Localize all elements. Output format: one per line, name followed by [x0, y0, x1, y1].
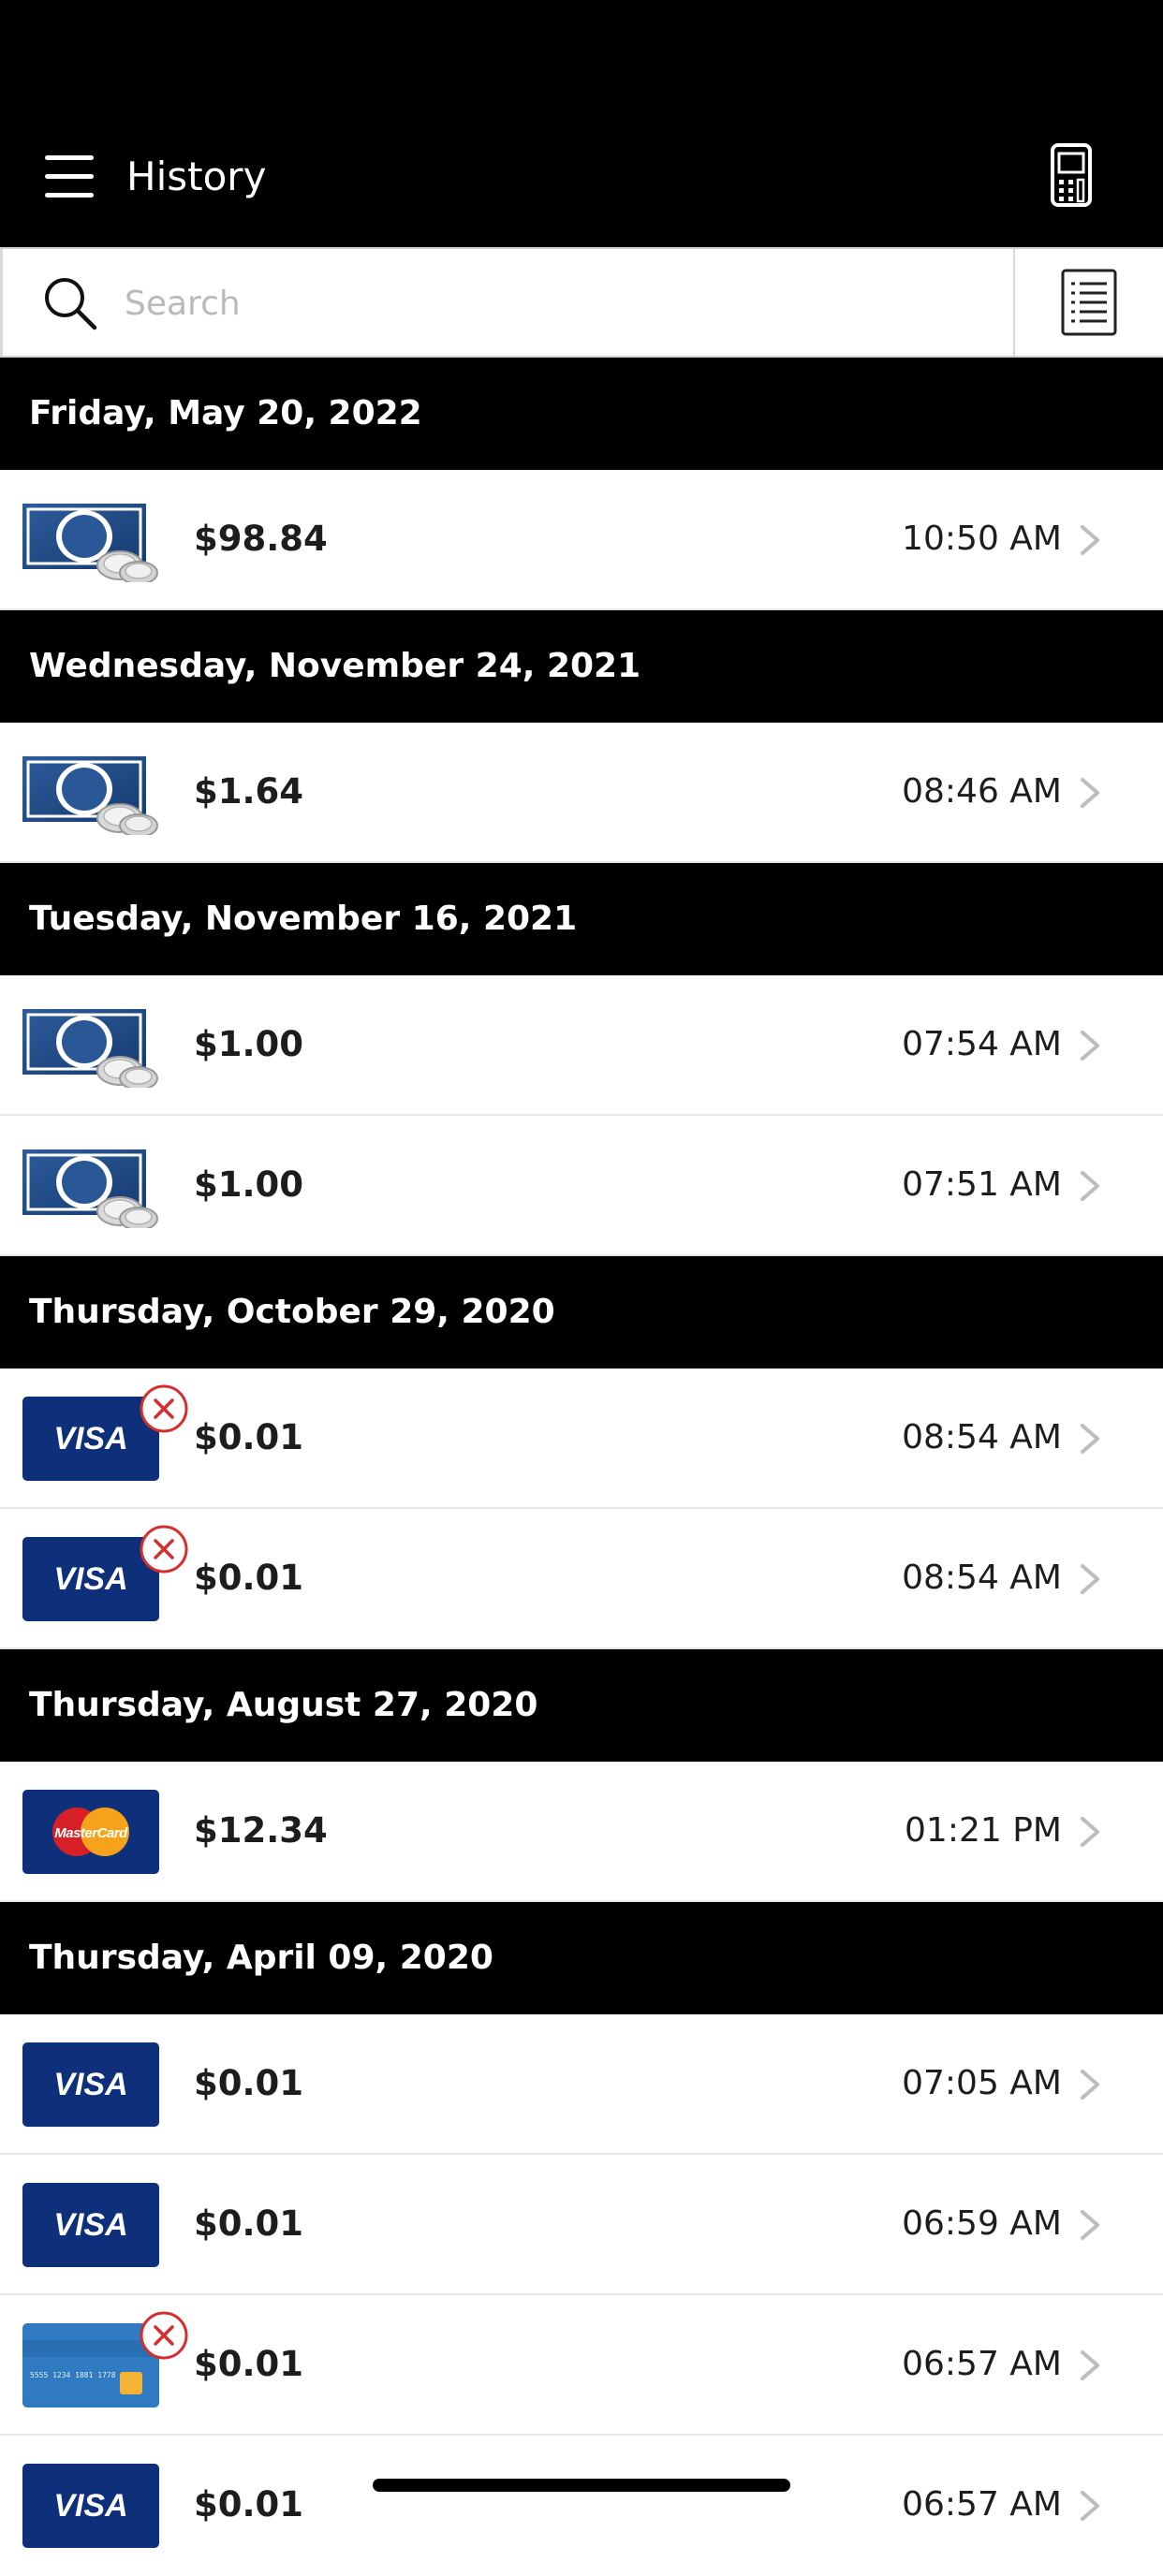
transaction-time: 10:50 AM [902, 520, 1062, 558]
chevron-right-icon [1081, 1564, 1099, 1594]
svg-text:VISA: VISA [53, 1561, 127, 1597]
transaction-time: 08:46 AM [902, 772, 1062, 811]
transaction-amount: $0.01 [194, 2344, 304, 2384]
chevron-right-icon [1081, 2070, 1099, 2100]
date-header: Tuesday, November 16, 2021 [0, 863, 1163, 975]
chevron-right-icon [1081, 525, 1099, 555]
date-header: Thursday, October 29, 2020 [0, 1256, 1163, 1368]
transaction-time: 07:51 AM [902, 1165, 1062, 1204]
transaction-time: 07:54 AM [902, 1025, 1062, 1063]
search-icon [45, 278, 97, 330]
date-header: Thursday, April 09, 2020 [0, 1902, 1163, 2014]
transaction-amount: $1.00 [194, 1024, 304, 1064]
visa-card-icon: VISA [22, 2042, 159, 2127]
svg-text:VISA: VISA [53, 2488, 127, 2524]
transaction-amount: $0.01 [194, 2484, 304, 2525]
menu-button[interactable] [45, 155, 96, 198]
chevron-right-icon [1081, 1817, 1099, 1847]
transaction-time: 08:54 AM [902, 1418, 1062, 1456]
transaction-row[interactable]: VISA $0.01 08:54 AM [0, 1368, 1163, 1509]
chevron-right-icon [1081, 1031, 1099, 1061]
transaction-amount: $12.34 [194, 1810, 328, 1851]
list-icon [1061, 269, 1117, 336]
chevron-right-icon [1081, 778, 1099, 808]
cash-payment-icon [22, 1149, 158, 1228]
date-header: Wednesday, November 24, 2021 [0, 610, 1163, 723]
top-bar: History [0, 0, 1163, 247]
svg-text:VISA: VISA [53, 1421, 127, 1456]
transaction-row[interactable]: VISA $0.01 06:57 AM [0, 2436, 1163, 2576]
error-icon [140, 2311, 188, 2360]
transaction-row[interactable]: MasterCard $12.34 01:21 PM [0, 1762, 1163, 1902]
search-input[interactable] [123, 275, 969, 331]
transaction-row[interactable]: VISA $0.01 07:05 AM [0, 2014, 1163, 2155]
search-field[interactable] [0, 249, 1013, 356]
transaction-time: 08:54 AM [902, 1559, 1062, 1597]
transaction-amount: $1.64 [194, 771, 304, 812]
page-title: History [126, 154, 267, 199]
svg-text:MasterCard: MasterCard [54, 1825, 128, 1841]
error-icon [140, 1525, 188, 1573]
transaction-amount: $0.01 [194, 2203, 304, 2244]
visa-card-icon: VISA [22, 2464, 159, 2548]
chevron-right-icon [1081, 1171, 1099, 1201]
transaction-row[interactable]: $1.00 07:54 AM [0, 975, 1163, 1116]
hamburger-line [45, 193, 94, 198]
transaction-amount: $1.00 [194, 1164, 304, 1205]
search-bar [0, 247, 1163, 358]
visa-card-icon: VISA [22, 2183, 159, 2267]
chevron-right-icon [1081, 2350, 1099, 2380]
chevron-right-icon [1081, 2210, 1099, 2240]
chevron-right-icon [1081, 1424, 1099, 1454]
cash-payment-icon [22, 1009, 158, 1088]
chevron-right-icon [1081, 2491, 1099, 2521]
cash-payment-icon [22, 756, 158, 835]
transaction-amount: $0.01 [194, 1558, 304, 1598]
card-terminal-icon [1051, 143, 1092, 207]
transaction-row[interactable]: $1.00 07:51 AM [0, 1116, 1163, 1256]
hamburger-menu-icon [45, 155, 94, 160]
list-view-button[interactable] [1013, 249, 1163, 356]
transaction-row[interactable]: 5555 1234 1881 1778 $0.01 06:57 AM [0, 2295, 1163, 2436]
transaction-row[interactable]: $98.84 10:50 AM [0, 470, 1163, 610]
svg-text:VISA: VISA [53, 2207, 127, 2243]
transaction-amount: $0.01 [194, 1417, 304, 1457]
transaction-time: 01:21 PM [905, 1811, 1062, 1850]
transaction-time: 07:05 AM [902, 2064, 1062, 2102]
card-terminal-button[interactable] [1047, 142, 1103, 210]
date-header: Thursday, August 27, 2020 [0, 1649, 1163, 1762]
transaction-time: 06:59 AM [902, 2204, 1062, 2243]
svg-text:VISA: VISA [53, 2067, 127, 2102]
transaction-amount: $98.84 [194, 519, 328, 559]
home-indicator[interactable] [373, 2479, 790, 2492]
transaction-amount: $0.01 [194, 2063, 304, 2103]
cash-payment-icon [22, 504, 158, 582]
svg-text:5555 1234 1881 1778: 5555 1234 1881 1778 [30, 2371, 116, 2379]
mastercard-card-icon: MasterCard [22, 1790, 159, 1874]
transaction-row[interactable]: VISA $0.01 08:54 AM [0, 1509, 1163, 1649]
transaction-time: 06:57 AM [902, 2345, 1062, 2383]
hamburger-line [45, 174, 94, 179]
transaction-row[interactable]: $1.64 08:46 AM [0, 723, 1163, 863]
transaction-time: 06:57 AM [902, 2485, 1062, 2524]
history-list: Friday, May 20, 2022 $98.84 10:50 AM Wednes… [0, 358, 1163, 2576]
date-header: Friday, May 20, 2022 [0, 358, 1163, 470]
transaction-row[interactable]: VISA $0.01 06:59 AM [0, 2155, 1163, 2295]
error-icon [140, 1384, 188, 1433]
